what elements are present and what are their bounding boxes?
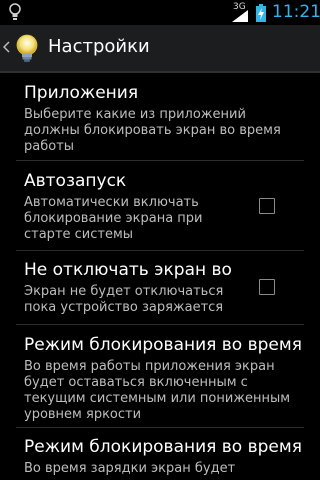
- pref-summary-line: Автоматически включать: [24, 195, 199, 210]
- pref-autostart[interactable]: Автозапуск Автоматически включать блокир…: [16, 171, 304, 251]
- pref-title: Режим блокирования во время: [24, 335, 302, 355]
- action-bar: Настройки: [0, 25, 320, 73]
- autostart-checkbox[interactable]: [259, 198, 275, 214]
- page-title: Настройки: [48, 36, 150, 57]
- pref-summary-line: будет оставаться включенным с: [24, 375, 248, 390]
- signal-strength-icon: [232, 10, 248, 22]
- status-clock: 11:21: [272, 2, 320, 22]
- pref-summary-line: старте системы: [24, 227, 134, 242]
- pref-summary-line: текущим системным или пониженным: [24, 391, 291, 406]
- status-bar: 3G 11:21: [0, 0, 320, 25]
- battery-charging-icon: [256, 4, 266, 22]
- chevron-left-icon[interactable]: [3, 41, 10, 53]
- pref-title: Не отключать экран во в: [24, 260, 234, 280]
- lightbulb-notification-icon: [9, 3, 21, 20]
- pref-keep-screen-on-charging[interactable]: Не отключать экран во в Экран не будет о…: [16, 260, 304, 325]
- lightbulb-icon[interactable]: [14, 34, 40, 64]
- pref-summary-line: пока устройство заряжается: [24, 300, 224, 315]
- pref-summary-line: должны блокировать экран во время: [24, 123, 281, 138]
- pref-title: Автозапуск: [24, 171, 127, 191]
- pref-title: Приложения: [24, 83, 139, 103]
- keep-screen-on-checkbox[interactable]: [259, 279, 275, 295]
- pref-summary-line: Во время зарядки экран будет: [24, 461, 236, 476]
- pref-applications[interactable]: Приложения Выберите какие из приложений …: [16, 83, 304, 161]
- pref-summary-line: блокирование экрана при: [24, 211, 203, 226]
- pref-title: Режим блокирования во время: [24, 437, 302, 457]
- preference-list: Приложения Выберите какие из приложений …: [0, 73, 320, 480]
- pref-summary-line: Во время работы приложения экран: [24, 359, 275, 374]
- pref-summary-line: работы: [24, 139, 75, 154]
- pref-summary-line: уровнем яркости: [24, 407, 142, 422]
- pref-lock-mode-running[interactable]: Режим блокирования во время Во время раб…: [16, 335, 304, 428]
- pref-summary-line: Выберите какие из приложений: [24, 107, 246, 122]
- pref-summary-line: Экран не будет отключаться: [24, 284, 224, 299]
- pref-lock-mode-charging[interactable]: Режим блокирования во время Во время зар…: [16, 437, 304, 480]
